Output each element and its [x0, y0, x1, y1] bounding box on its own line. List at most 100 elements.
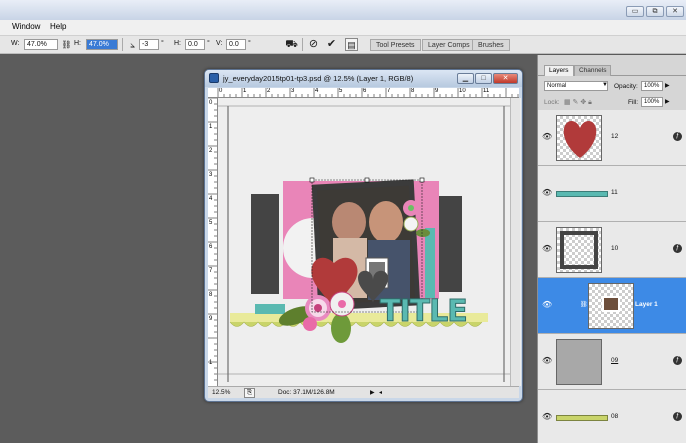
scroll-left-icon[interactable]: ◂ — [379, 389, 382, 396]
eye-icon[interactable]: 👁︎ — [542, 300, 552, 309]
commit-transform-icon[interactable]: ✔ — [325, 38, 338, 51]
height-label: H: — [74, 40, 81, 47]
doc-close-button[interactable]: ✕ — [493, 73, 518, 84]
document-window[interactable]: jy_everyday2015tp01-tp3.psd @ 12.5% (Lay… — [204, 69, 523, 402]
fx-icon[interactable]: ƒ — [673, 356, 682, 365]
width-field[interactable]: 47.0% — [24, 39, 58, 50]
frame-thumb — [560, 231, 598, 269]
layer-name[interactable]: 11 — [611, 189, 618, 196]
ruler-num: 0 — [219, 88, 223, 94]
minimize-button[interactable]: ▭ — [626, 6, 644, 17]
ruler-num: 1 — [209, 360, 213, 366]
link-icon[interactable]: ⛓ — [60, 38, 73, 51]
restore-button[interactable]: ⧉ — [646, 6, 664, 17]
layer-row[interactable]: 👁︎ 11 — [538, 166, 686, 222]
layer-thumbnail — [588, 283, 634, 329]
warp-icon[interactable]: ⛟ — [285, 38, 298, 51]
palette-well-icon[interactable]: ▤ — [345, 38, 358, 51]
panel-tabs: Layers Channels — [538, 63, 686, 76]
ruler-num: 9 — [209, 316, 213, 322]
ruler-ticks — [208, 98, 217, 381]
eye-icon[interactable]: 👁︎ — [542, 132, 552, 141]
lock-icons[interactable]: ▦ ✎ ✥ 🔒︎ — [564, 98, 592, 107]
canvas[interactable]: TITLE — [218, 98, 521, 386]
layers-panel: Layers Channels Normal ▼ Opacity: 100% ▶… — [537, 55, 686, 443]
ruler-num: 6 — [209, 244, 213, 250]
ruler-num: 1 — [209, 124, 213, 130]
doc-minimize-button[interactable]: ▁ — [457, 73, 474, 84]
width-label: W: — [11, 40, 20, 47]
ruler-num: 9 — [435, 88, 439, 94]
fill-field[interactable]: 100% — [641, 97, 663, 107]
tab-tool-presets[interactable]: Tool Presets — [370, 39, 421, 51]
ruler-vertical[interactable]: 0 1 2 3 4 5 6 7 8 9 1 — [208, 98, 218, 386]
teal-strip-thumb — [556, 191, 608, 197]
eye-icon[interactable]: 👁︎ — [542, 188, 552, 197]
chevron-down-icon: ▼ — [602, 82, 608, 88]
canvas-title-text: TITLE — [380, 294, 469, 330]
layer-name[interactable]: 09 — [611, 357, 618, 364]
layer-row[interactable]: 👁︎ 12 ƒ — [538, 110, 686, 166]
opacity-field[interactable]: 100% — [641, 81, 663, 91]
menu-help[interactable]: Help — [50, 22, 66, 31]
status-arrow-icon[interactable]: ▶ — [370, 389, 375, 396]
status-menu-icon[interactable]: ⎘ — [244, 388, 256, 398]
ruler-num: 3 — [209, 172, 213, 178]
layer-name[interactable]: 10 — [611, 245, 618, 252]
opacity-label: Opacity: — [614, 83, 638, 90]
eye-icon[interactable]: 👁︎ — [542, 244, 552, 253]
ruler-num: 5 — [209, 220, 213, 226]
ruler-num: 3 — [291, 88, 295, 94]
close-button[interactable]: ✕ — [666, 6, 684, 17]
angle-field[interactable]: -3 — [139, 39, 159, 50]
tab-layer-comps[interactable]: Layer Comps — [422, 39, 476, 51]
vskew-unit: ° — [248, 40, 251, 47]
eye-icon[interactable]: 👁︎ — [542, 412, 552, 421]
tab-channels[interactable]: Channels — [574, 65, 612, 76]
ruler-num: 4 — [315, 88, 319, 94]
height-field[interactable]: 47.0% — [86, 39, 118, 50]
document-vertical-scrollbar[interactable] — [510, 98, 520, 386]
layer-row[interactable]: 👁︎ 10 ƒ — [538, 222, 686, 278]
hskew-field[interactable]: 0.0 — [185, 39, 205, 50]
vskew-field[interactable]: 0.0 — [226, 39, 246, 50]
tab-brushes[interactable]: Brushes — [472, 39, 510, 51]
layer-row[interactable]: 👁︎ 08 ƒ — [538, 390, 686, 443]
vskew-label: V: — [216, 40, 223, 47]
scallop-strip-thumb — [556, 415, 608, 421]
menu-window[interactable]: Window — [12, 22, 40, 31]
document-title: jy_everyday2015tp01-tp3.psd @ 12.5% (Lay… — [223, 74, 414, 83]
rotate-icon: ⦥ — [130, 40, 135, 49]
ruler-num: 7 — [209, 268, 213, 274]
ruler-num: 7 — [387, 88, 391, 94]
hskew-unit: ° — [207, 40, 210, 47]
fx-icon[interactable]: ƒ — [673, 132, 682, 141]
fill-arrow-icon[interactable]: ▶ — [665, 98, 670, 105]
blend-mode-select[interactable]: Normal — [544, 81, 608, 91]
fx-icon[interactable]: ƒ — [673, 244, 682, 253]
eye-icon[interactable]: 👁︎ — [542, 356, 552, 365]
ruler-horizontal[interactable]: 0 1 2 3 4 5 6 7 8 9 10 11 — [208, 88, 519, 98]
layer-thumbnail — [556, 339, 602, 385]
zoom-level[interactable]: 12.5% — [212, 389, 230, 396]
document-titlebar[interactable]: jy_everyday2015tp01-tp3.psd @ 12.5% (Lay… — [205, 70, 522, 87]
layer-row-selected[interactable]: 👁︎ ⛓ Layer 1 — [538, 278, 686, 334]
menu-bar: Window Help — [0, 20, 686, 36]
opacity-arrow-icon[interactable]: ▶ — [665, 82, 670, 89]
link-chain-icon: ⛓ — [580, 302, 588, 308]
photoshop-document-icon — [209, 73, 219, 83]
fx-icon[interactable]: ƒ — [673, 412, 682, 421]
photo-thumb — [602, 296, 620, 312]
tab-layers[interactable]: Layers — [544, 65, 574, 76]
ruler-num: 11 — [483, 88, 490, 94]
doc-maximize-button[interactable]: □ — [475, 73, 492, 84]
layer-name[interactable]: 12 — [611, 133, 618, 140]
ruler-num: 6 — [363, 88, 367, 94]
layer-thumbnail — [556, 395, 608, 441]
layer-row[interactable]: 👁︎ 09 ƒ — [538, 334, 686, 390]
layer-name[interactable]: Layer 1 — [635, 301, 658, 308]
cancel-transform-icon[interactable]: ⊘ — [307, 38, 320, 51]
lock-label: Lock: — [544, 99, 560, 106]
ruler-num: 2 — [209, 148, 213, 154]
layer-name[interactable]: 08 — [611, 413, 618, 420]
